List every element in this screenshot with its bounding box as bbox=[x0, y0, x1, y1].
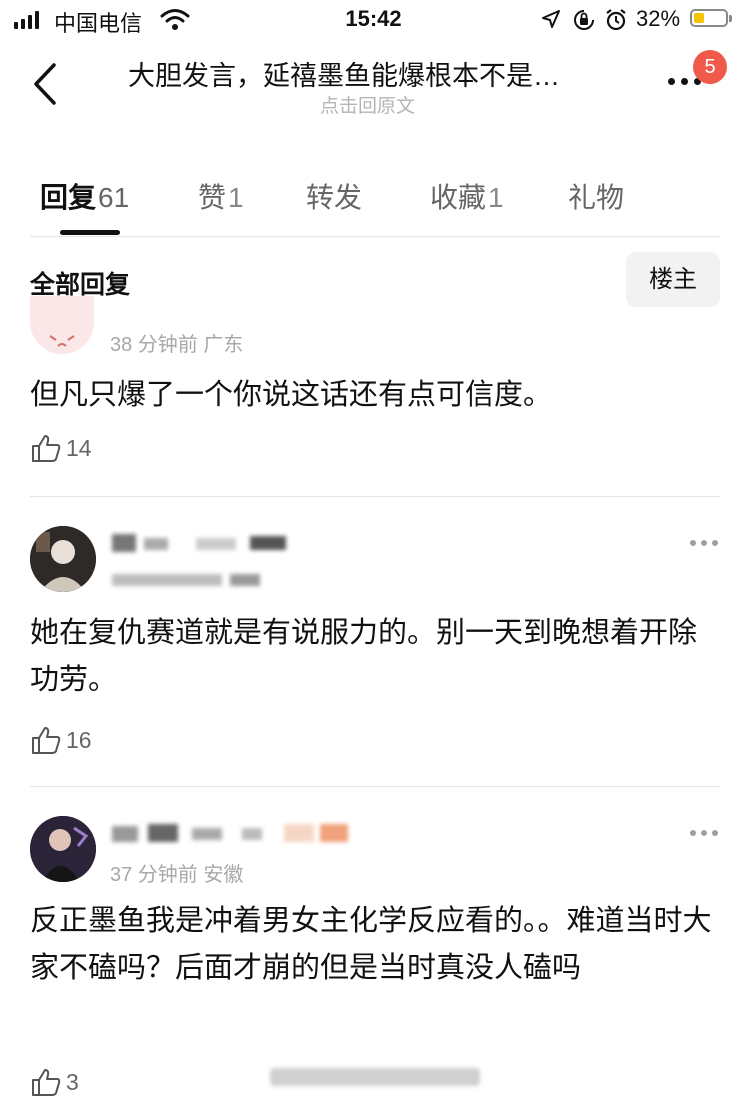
like-count: 16 bbox=[66, 726, 92, 753]
notification-badge: 5 bbox=[693, 50, 727, 84]
comment-meta: 37 分钟前 安徽 bbox=[110, 864, 244, 886]
battery-percent: 32% bbox=[636, 6, 681, 31]
like-count: 3 bbox=[66, 1068, 79, 1095]
tab-likes[interactable]: 赞1 bbox=[198, 176, 244, 216]
tab-reposts[interactable]: 转发 bbox=[306, 176, 362, 216]
tab-count: 1 bbox=[228, 182, 244, 213]
avatar-image bbox=[30, 526, 96, 592]
avatar[interactable] bbox=[30, 526, 96, 592]
like-button[interactable]: 3 bbox=[30, 1066, 79, 1098]
location-icon bbox=[542, 10, 560, 28]
rotation-lock-icon bbox=[574, 10, 594, 30]
status-time: 15:42 bbox=[345, 6, 402, 31]
like-count: 14 bbox=[66, 434, 92, 461]
owner-only-button[interactable]: 楼主 bbox=[626, 252, 720, 307]
tab-favorites[interactable]: 收藏1 bbox=[430, 176, 504, 216]
thumbs-up-icon bbox=[32, 1069, 61, 1096]
username-redacted bbox=[112, 822, 362, 844]
avatar-image bbox=[30, 816, 96, 882]
username-redacted bbox=[112, 532, 312, 552]
like-button[interactable]: 14 bbox=[30, 432, 92, 464]
divider bbox=[30, 236, 720, 237]
tab-gifts[interactable]: 礼物 bbox=[568, 176, 624, 216]
comment-meta-redacted bbox=[112, 570, 262, 588]
comment-text[interactable]: 反正墨鱼我是冲着男女主化学反应看的。。难道当时大家不磕吗？后面才崩的但是当时真没… bbox=[30, 898, 720, 992]
comment-more-icon[interactable] bbox=[690, 540, 718, 546]
avatar-face-icon bbox=[49, 335, 75, 347]
comment-more-icon[interactable] bbox=[690, 830, 718, 836]
tab-count: 61 bbox=[98, 182, 130, 213]
back-to-original-link[interactable]: 点击回原文 bbox=[320, 91, 415, 118]
status-bar: 中国电信 15:42 32% bbox=[0, 0, 747, 42]
avatar[interactable] bbox=[30, 816, 96, 882]
comment-meta: 38 分钟前 广东 bbox=[110, 334, 244, 356]
watermark-redacted bbox=[270, 1068, 480, 1086]
back-chevron-icon[interactable] bbox=[30, 62, 60, 106]
comment-text[interactable]: 但凡只爆了一个你说这话还有点可信度。 bbox=[30, 372, 720, 419]
tab-count: 1 bbox=[488, 182, 504, 213]
tab-label: 收藏 bbox=[430, 182, 487, 213]
tab-label: 礼物 bbox=[568, 182, 625, 213]
like-button[interactable]: 16 bbox=[30, 724, 92, 756]
avatar[interactable] bbox=[30, 296, 94, 354]
page-title[interactable]: 大胆发言，延禧墨鱼能爆根本不是… bbox=[128, 54, 628, 93]
thumbs-up-icon bbox=[32, 727, 61, 754]
tab-label: 赞 bbox=[198, 182, 227, 213]
battery-icon bbox=[690, 9, 732, 27]
thumbs-up-icon bbox=[32, 435, 61, 462]
tab-label: 回复 bbox=[40, 182, 97, 213]
more-icon[interactable] bbox=[668, 78, 701, 85]
tab-replies[interactable]: 回复61 bbox=[40, 176, 129, 216]
tab-label: 转发 bbox=[306, 182, 363, 213]
alarm-icon bbox=[606, 9, 626, 31]
comment-text[interactable]: 她在复仇赛道就是有说服力的。别一天到晚想着开除功劳。 bbox=[30, 610, 720, 704]
divider bbox=[30, 786, 720, 787]
active-tab-indicator bbox=[60, 230, 120, 235]
divider bbox=[30, 496, 720, 497]
